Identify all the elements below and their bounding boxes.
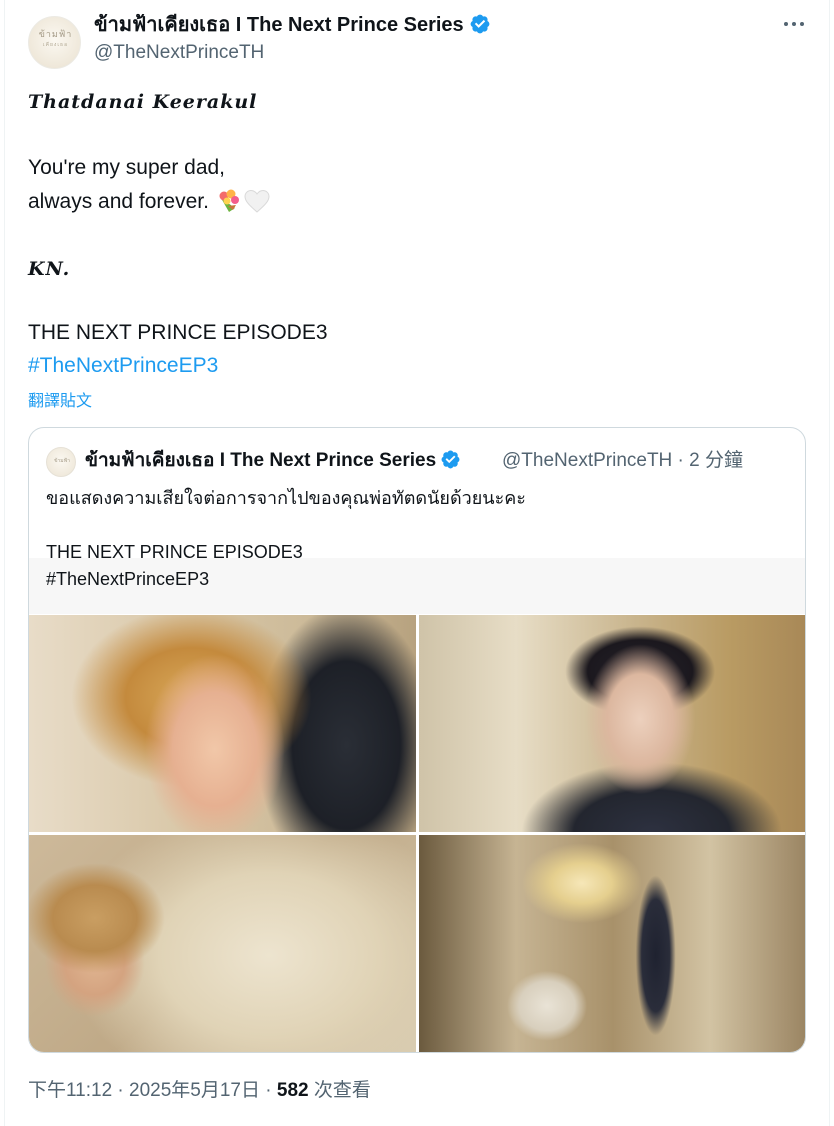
quoted-avatar-logo: ข้ามฟ้า (54, 458, 70, 464)
author-display-name[interactable]: ข้ามฟ้าเคียงเธอ I The Next Prince Series (94, 12, 491, 38)
quoted-photo-1[interactable] (29, 615, 416, 832)
quoted-line-2: THE NEXT PRINCE EPISODE3 (46, 542, 303, 562)
post-line-signature: KN. (28, 258, 71, 280)
views-label[interactable]: 次查看 (309, 1080, 371, 1101)
post-hashtag-link[interactable]: #TheNextPrinceEP3 (28, 353, 218, 379)
avatar-logo: ข้ามฟ้า เคียงเธอ (38, 30, 73, 48)
tweet-timestamp-link[interactable]: 下午11:12 · 2025年5月17日 · (28, 1080, 277, 1101)
quoted-tweet[interactable]: ข้ามฟ้า ข้ามฟ้าเคียงเธอ I The Next Princ… (28, 427, 806, 1053)
quoted-handle-time[interactable]: @TheNextPrinceTH · 2 分鐘 (502, 448, 743, 474)
tweet-meta: 下午11:12 · 2025年5月17日 · 582 次查看 (28, 1078, 371, 1104)
post-line-name: Thatdanai Keerakul (28, 91, 258, 113)
more-horizontal-icon[interactable] (781, 13, 807, 35)
quoted-photo-2[interactable] (419, 615, 805, 832)
quoted-name-text[interactable]: ข้ามฟ้าเคียงเธอ I The Next Prince Series (85, 450, 436, 471)
post-line-2: You're my super dad, (28, 156, 226, 179)
bouquet-icon (219, 189, 239, 212)
author-name-text[interactable]: ข้ามฟ้าเคียงเธอ I The Next Prince Series (94, 14, 464, 36)
verified-badge-icon (441, 450, 460, 469)
quoted-display-name[interactable]: ข้ามฟ้าเคียงเธอ I The Next Prince Series (85, 448, 461, 474)
author-avatar[interactable]: ข้ามฟ้า เคียงเธอ (28, 16, 81, 69)
quoted-photo-3[interactable] (29, 835, 416, 1052)
post-line-3: always and forever. (28, 188, 271, 215)
post-line-episode: THE NEXT PRINCE EPISODE3 (28, 321, 328, 344)
view-count[interactable]: 582 (277, 1080, 309, 1101)
post-line-3-text: always and forever. (28, 190, 209, 213)
white-heart-icon (244, 189, 270, 213)
verified-badge-icon (470, 14, 490, 34)
quoted-author-avatar[interactable]: ข้ามฟ้า (46, 447, 76, 477)
quoted-line-1: ขอแสดงความเสียใจต่อการจากไปของคุณพ่อทัตด… (46, 488, 526, 508)
quoted-photo-4[interactable] (419, 835, 805, 1052)
translate-post-link[interactable]: 翻譯貼文 (28, 387, 92, 411)
quoted-line-3: #TheNextPrinceEP3 (46, 569, 210, 589)
author-handle[interactable]: @TheNextPrinceTH (94, 40, 264, 66)
